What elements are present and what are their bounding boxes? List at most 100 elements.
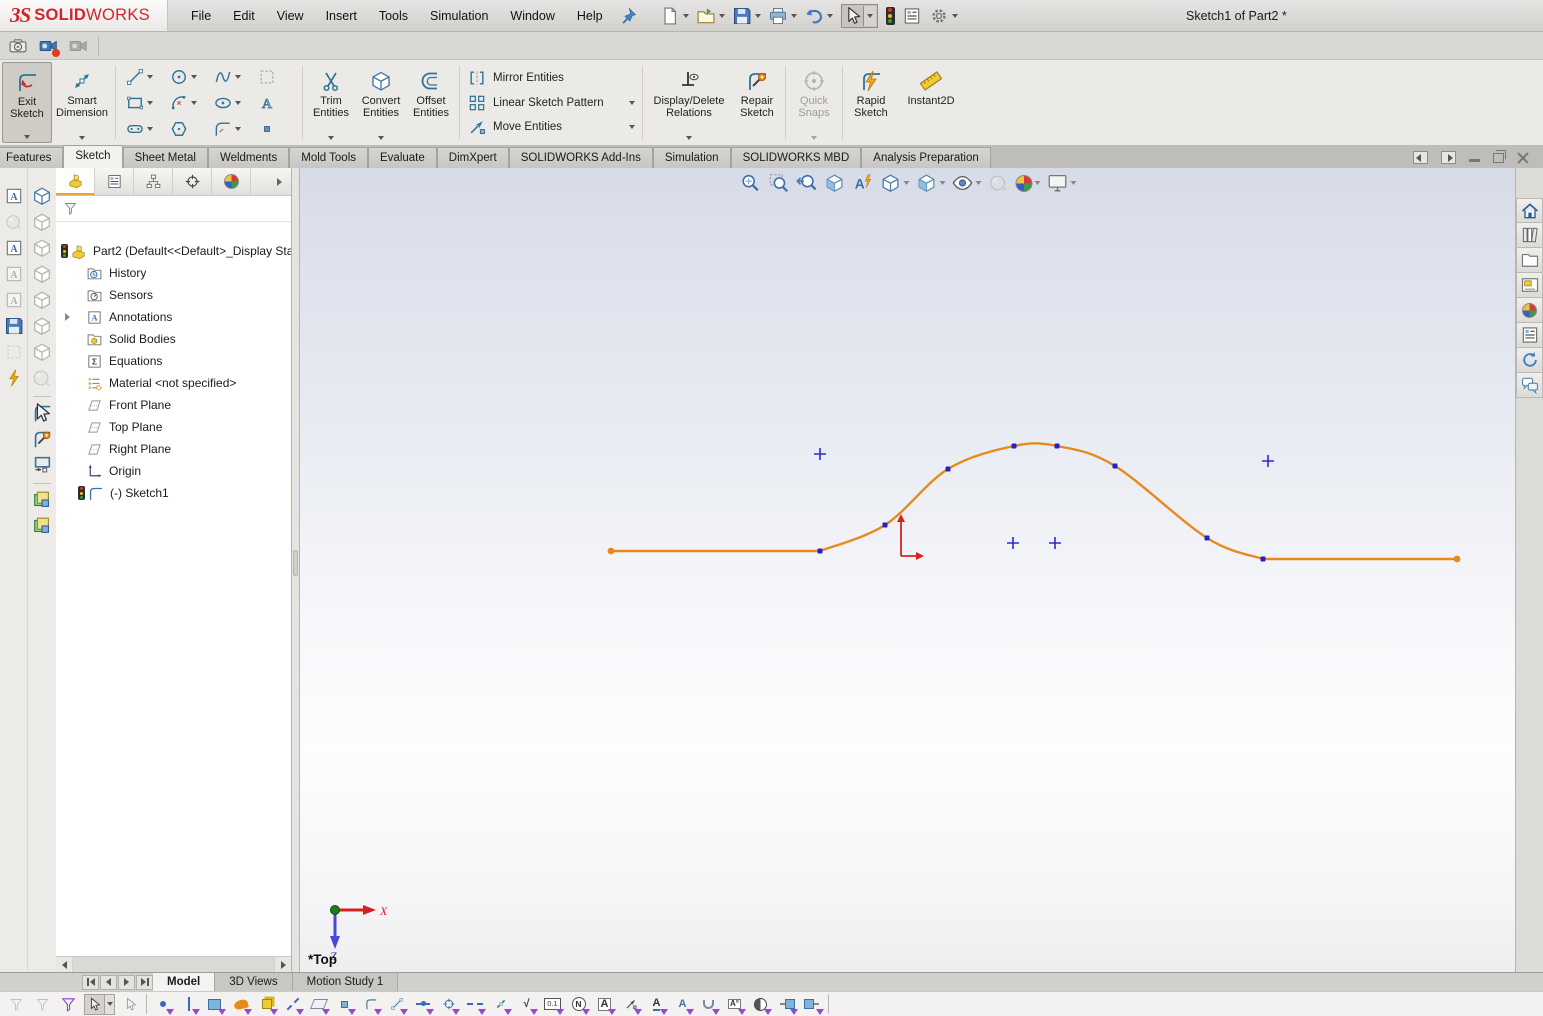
screenshot-camera-icon[interactable] (8, 36, 28, 56)
view-normal-icon[interactable] (30, 184, 54, 208)
view-right-icon[interactable] (30, 288, 54, 312)
expand-pane-chevron-icon[interactable] (268, 168, 291, 195)
appearances-scenes-icon[interactable] (1516, 298, 1543, 323)
move-entities-button[interactable]: Move Entities (467, 117, 635, 137)
tree-root-part[interactable]: Part2 (Default<<Default>_Display State (56, 240, 291, 262)
print-button[interactable] (765, 4, 800, 28)
tree-item-front-plane[interactable]: Front Plane (56, 394, 291, 416)
view-settings-icon[interactable] (1045, 171, 1077, 195)
filter-sketch-points-icon[interactable] (334, 994, 355, 1015)
view-top-icon[interactable] (30, 314, 54, 338)
apply-scene-icon[interactable] (1014, 174, 1041, 193)
filter-axes-icon[interactable] (282, 994, 303, 1015)
filter-datums-icon[interactable]: A (646, 994, 667, 1015)
modify-sketch-icon[interactable] (30, 453, 54, 477)
menu-help[interactable]: Help (566, 4, 614, 28)
collapse-right-pane-icon[interactable] (1441, 151, 1456, 164)
sketch-fillet-tool[interactable] (210, 116, 252, 142)
corner-rectangle-tool[interactable] (122, 90, 164, 116)
filter-cosmetic-threads-icon[interactable] (698, 994, 719, 1015)
open-document-button[interactable] (693, 4, 728, 28)
filter-weld-symbols-icon[interactable] (620, 994, 641, 1015)
filter-vertices-icon[interactable] (152, 994, 173, 1015)
menu-view[interactable]: View (266, 4, 315, 28)
filter-annotations-icon[interactable]: A (672, 994, 693, 1015)
previous-view-icon[interactable] (794, 171, 818, 195)
filter-notes-icon[interactable]: A (594, 994, 615, 1015)
first-tab-icon[interactable] (82, 975, 99, 990)
menu-window[interactable]: Window (499, 4, 565, 28)
filter-surface-bodies-icon[interactable] (230, 994, 251, 1015)
pattern-entities-icon[interactable] (30, 488, 54, 512)
toggle-selection-filters-icon[interactable] (6, 994, 27, 1015)
tree-filter-row[interactable] (56, 196, 291, 222)
splitter-grip[interactable] (293, 550, 298, 576)
section-view-icon[interactable] (822, 171, 846, 195)
comments-icon[interactable] (1516, 373, 1543, 398)
sketch-repair-icon[interactable] (30, 427, 54, 451)
options-gear-button[interactable] (926, 4, 961, 28)
tree-item-equations[interactable]: Equations (56, 350, 291, 372)
save-button[interactable] (729, 4, 764, 28)
circle-tool[interactable] (166, 64, 208, 90)
restore-icon[interactable] (1493, 153, 1504, 163)
next-tab-icon[interactable] (118, 975, 135, 990)
save-table-icon[interactable] (2, 314, 26, 338)
filter-surface-finish-symbols-icon[interactable]: √ (516, 994, 537, 1015)
pin-menu-icon[interactable] (620, 7, 637, 24)
dimxpertmanager-tab[interactable] (173, 168, 212, 195)
tab-solidworks-mbd[interactable]: SOLIDWORKS MBD (731, 147, 862, 168)
filter-datum-targets-icon[interactable]: A° (724, 994, 745, 1015)
smart-dimension-button[interactable]: Smart Dimension (52, 62, 112, 143)
repair-sketch-button[interactable]: Repair Sketch (732, 62, 782, 143)
select-cursor-dropdown-icon[interactable] (105, 994, 115, 1015)
filter-section-lines-icon[interactable] (750, 994, 771, 1015)
view-bottom-icon[interactable] (30, 340, 54, 364)
filter-solid-bodies-icon[interactable] (256, 994, 277, 1015)
tab-weldments[interactable]: Weldments (208, 147, 289, 168)
tree-item-material[interactable]: Material <not specified> (56, 372, 291, 394)
menu-tools[interactable]: Tools (368, 4, 419, 28)
tab-simulation[interactable]: Simulation (653, 147, 731, 168)
previous-tab-icon[interactable] (100, 975, 117, 990)
line-tool[interactable] (122, 64, 164, 90)
tree-item-sketch1[interactable]: (-) Sketch1 (56, 482, 291, 504)
rebuild-traffic-light-icon[interactable] (883, 5, 898, 27)
undo-button[interactable] (801, 4, 836, 28)
polygon-tool[interactable] (166, 116, 208, 142)
filter-edges-icon[interactable] (178, 994, 199, 1015)
filter-center-marks-icon[interactable] (438, 994, 459, 1015)
scroll-right-icon[interactable] (274, 957, 291, 972)
tab-sketch[interactable]: Sketch (63, 145, 122, 168)
weld-annotation-icon[interactable] (2, 366, 26, 390)
file-explorer-icon[interactable] (1516, 248, 1543, 273)
zoom-to-fit-icon[interactable] (738, 171, 762, 195)
hide-show-annotations-icon[interactable] (850, 171, 874, 195)
record-video-icon[interactable] (38, 36, 58, 56)
panel-splitter[interactable] (292, 168, 300, 972)
tab-model[interactable]: Model (153, 973, 215, 991)
task-list-button[interactable] (899, 4, 925, 28)
edit-sketch-icon[interactable] (30, 401, 54, 425)
filter-faces-icon[interactable] (204, 994, 225, 1015)
tree-item-solid-bodies[interactable]: Solid Bodies (56, 328, 291, 350)
tree-item-origin[interactable]: Origin (56, 460, 291, 482)
display-delete-relations-button[interactable]: Display/Delete Relations (646, 62, 732, 143)
view-palette-icon[interactable] (1516, 273, 1543, 298)
view-front-icon[interactable] (30, 210, 54, 234)
clear-all-filters-icon[interactable] (32, 994, 53, 1015)
filter-midpoints-icon[interactable] (412, 994, 433, 1015)
select-cursor-icon[interactable] (84, 994, 105, 1015)
tab-evaluate[interactable]: Evaluate (368, 147, 437, 168)
filter-routing-points-icon[interactable] (802, 994, 823, 1015)
linear-sketch-pattern-button[interactable]: Linear Sketch Pattern (467, 93, 635, 113)
tab-features[interactable]: Features (0, 147, 63, 168)
configurationmanager-tab[interactable] (134, 168, 173, 195)
tree-item-annotations[interactable]: Annotations (56, 306, 291, 328)
zoom-to-area-icon[interactable] (766, 171, 790, 195)
solidworks-resources-home-icon[interactable] (1516, 198, 1543, 223)
tab-3d-views[interactable]: 3D Views (215, 973, 292, 991)
spline-tool[interactable] (210, 64, 252, 90)
tab-motion-study-1[interactable]: Motion Study 1 (293, 973, 399, 991)
featuremanager-design-tree-tab[interactable] (56, 168, 95, 195)
